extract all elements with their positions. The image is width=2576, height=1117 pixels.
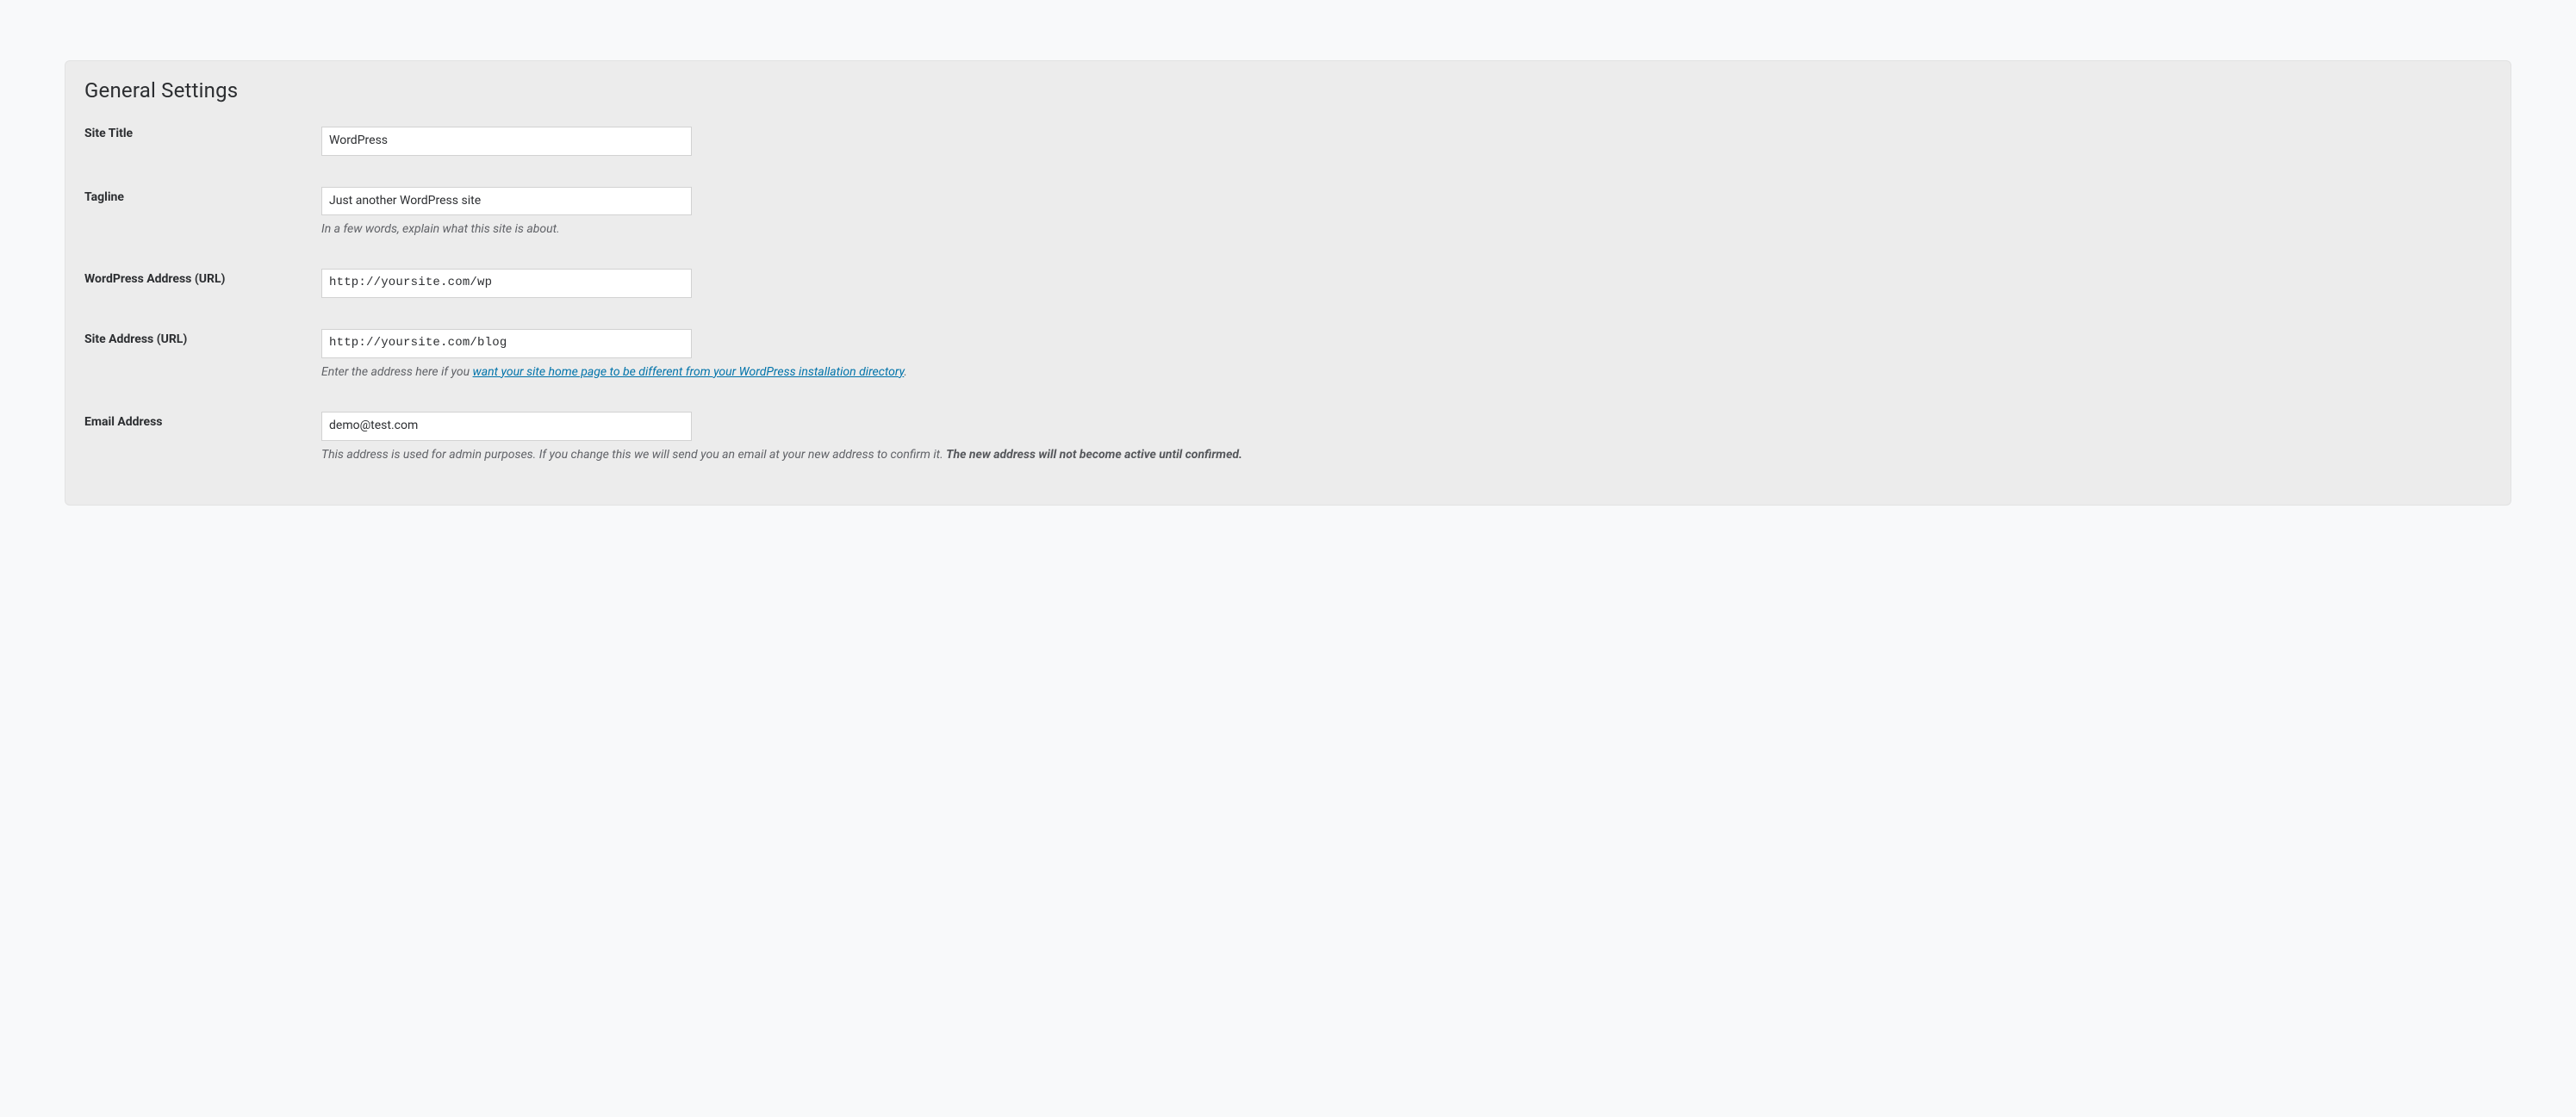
site-address-description: Enter the address here if you want your … (321, 363, 2492, 381)
tagline-label: Tagline (84, 190, 124, 204)
page-title: General Settings (84, 78, 2492, 102)
site-title-input[interactable] (321, 127, 692, 156)
site-title-label: Site Title (84, 127, 133, 140)
row-site-address: Site Address (URL) Enter the address her… (84, 315, 2492, 398)
site-address-input[interactable] (321, 329, 692, 358)
site-address-desc-prefix: Enter the address here if you (321, 365, 473, 379)
site-address-label: Site Address (URL) (84, 332, 187, 346)
email-desc-strong: The new address will not become active u… (946, 448, 1242, 462)
row-tagline: Tagline In a few words, explain what thi… (84, 173, 2492, 256)
row-wordpress-address: WordPress Address (URL) (84, 255, 2492, 315)
row-site-title: Site Title (84, 127, 2492, 173)
row-email-address: Email Address This address is used for a… (84, 398, 2492, 481)
site-address-desc-link[interactable]: want your site home page to be different… (473, 365, 905, 379)
email-address-label: Email Address (84, 415, 163, 429)
wordpress-address-label: WordPress Address (URL) (84, 272, 225, 286)
tagline-input[interactable] (321, 187, 692, 216)
tagline-description: In a few words, explain what this site i… (321, 220, 2492, 238)
email-address-input[interactable] (321, 412, 692, 441)
settings-form-table: Site Title Tagline In a few words, expla… (84, 127, 2492, 481)
email-desc-plain: This address is used for admin purposes.… (321, 448, 946, 462)
email-address-description: This address is used for admin purposes.… (321, 446, 2492, 463)
general-settings-panel: General Settings Site Title Tagline In a… (65, 60, 2511, 506)
wordpress-address-input[interactable] (321, 269, 692, 298)
site-address-desc-suffix: . (904, 365, 907, 379)
